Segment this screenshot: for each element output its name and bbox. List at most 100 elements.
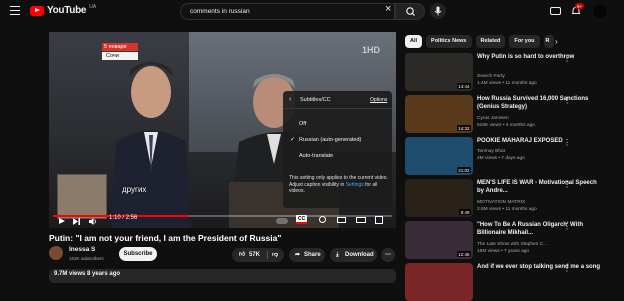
subtitles-options-link[interactable]: Options bbox=[370, 97, 387, 103]
video-duration: 14:44 bbox=[456, 83, 471, 89]
recommendation-meta: 2.6M views • 11 months ago bbox=[477, 207, 537, 212]
download-icon: ⤓ bbox=[336, 252, 339, 258]
recommendation-item[interactable]: 21:02 POOKIE MAHARAJ EXPOSED Tanmay Bhat… bbox=[405, 137, 615, 175]
theater-mode-icon[interactable] bbox=[356, 217, 366, 223]
share-icon: ➦ bbox=[295, 252, 301, 258]
settings-link[interactable]: Settings bbox=[346, 182, 364, 188]
more-options-icon[interactable]: ⋮ bbox=[563, 222, 571, 231]
video-duration: 12:45 bbox=[456, 251, 471, 257]
time-display: 1:10 / 2:56 bbox=[109, 215, 138, 221]
share-label: Share bbox=[304, 252, 321, 258]
next-icon[interactable] bbox=[73, 218, 80, 225]
video-duration: 14:32 bbox=[456, 125, 471, 131]
account-avatar[interactable] bbox=[593, 4, 607, 18]
recommendation-title[interactable]: "How To Be A Russian Oligarch' With Bill… bbox=[477, 222, 605, 237]
recommendation-meta: 615K views • 4 months ago bbox=[477, 123, 535, 128]
video-thumbnail[interactable]: 14:32 bbox=[405, 95, 473, 133]
channel-avatar[interactable] bbox=[49, 246, 63, 260]
recommendation-title[interactable]: How Russia Survived 16,000 Sanctions (Ge… bbox=[477, 96, 605, 111]
video-thumbnail[interactable]: 14:44 bbox=[405, 53, 473, 91]
recommendation-item[interactable]: And if we ever stop talking send me a so… bbox=[405, 263, 615, 301]
like-count[interactable]: 57K bbox=[249, 248, 260, 262]
subtitles-button[interactable]: CC bbox=[296, 215, 308, 224]
more-options-icon[interactable]: ⋮ bbox=[563, 138, 571, 147]
recommendation-channel[interactable]: Cyrus Janssen bbox=[477, 116, 509, 121]
filter-chips: All Politics News Related For you R bbox=[405, 35, 554, 48]
subtitle-option-off[interactable]: Off bbox=[299, 121, 306, 127]
like-icon[interactable]: 👍︎ bbox=[239, 248, 245, 262]
voice-search-button[interactable] bbox=[430, 3, 446, 19]
video-thumbnail[interactable]: 21:02 bbox=[405, 137, 473, 175]
more-options-icon[interactable]: ⋮ bbox=[563, 180, 571, 189]
video-thumbnail[interactable]: 8:49 bbox=[405, 179, 473, 217]
recommendation-title[interactable]: Why Putin is so hard to overthrow bbox=[477, 54, 605, 62]
create-icon[interactable] bbox=[550, 7, 561, 15]
recommendation-item[interactable]: 14:32 How Russia Survived 16,000 Sanctio… bbox=[405, 95, 615, 133]
chip-truncated[interactable]: R bbox=[543, 35, 554, 48]
like-divider bbox=[267, 251, 268, 259]
broadcast-date-tag: 5 января Сочи bbox=[102, 43, 138, 61]
logo-text: YouTube bbox=[47, 5, 87, 16]
recommendation-title[interactable]: And if we ever stop talking send me a so… bbox=[477, 264, 605, 272]
video-duration: 21:02 bbox=[456, 167, 471, 173]
microphone-icon bbox=[434, 6, 442, 16]
video-thumbnail[interactable]: 12:45 bbox=[405, 221, 473, 259]
recommendation-meta: 1.4M views • 11 months ago bbox=[477, 81, 537, 86]
chips-next-chevron-icon[interactable]: › bbox=[555, 37, 558, 46]
recommendation-meta: 4M views • 7 days ago bbox=[477, 156, 525, 161]
channel-name[interactable]: Inessa S bbox=[69, 246, 95, 253]
recommendation-meta: 16M views • 7 years ago bbox=[477, 249, 530, 254]
more-options-icon[interactable]: ⋮ bbox=[563, 54, 571, 63]
date-label: 5 января bbox=[102, 43, 138, 51]
chip-for-you[interactable]: For you bbox=[509, 35, 540, 48]
back-chevron-icon[interactable]: ‹ bbox=[289, 96, 291, 103]
top-bar: YouTube UA comments in russian × 9+ bbox=[0, 0, 624, 24]
settings-gear-icon[interactable] bbox=[319, 216, 326, 223]
search-button[interactable] bbox=[395, 3, 425, 20]
recommendation-channel[interactable]: Tanmay Bhat bbox=[477, 149, 505, 154]
fullscreen-icon[interactable] bbox=[375, 216, 383, 224]
recommendation-channel[interactable]: Search Party bbox=[477, 74, 505, 79]
share-button[interactable]: ➦ Share bbox=[289, 248, 325, 262]
more-options-icon[interactable]: ⋮ bbox=[563, 264, 571, 273]
subtitles-menu: ‹ Subtitles/CC Options Off ✓ Russian (au… bbox=[283, 91, 392, 208]
recommendation-title[interactable]: MEN'S LIFE IS WAR - Motivational Speech … bbox=[477, 180, 605, 195]
clear-search-icon[interactable]: × bbox=[385, 4, 391, 15]
subscribe-button[interactable]: Subscribe bbox=[119, 247, 157, 261]
download-button[interactable]: ⤓ Download bbox=[330, 248, 377, 262]
more-options-icon[interactable]: ⋮ bbox=[563, 96, 571, 105]
dislike-icon[interactable]: 👎︎ bbox=[272, 248, 278, 262]
search-input[interactable]: comments in russian bbox=[180, 3, 395, 20]
subtitle-option-russian[interactable]: Russian (auto-generated) bbox=[299, 137, 361, 143]
chip-all[interactable]: All bbox=[405, 35, 423, 48]
subscriber-count: 163K subscribers bbox=[69, 256, 104, 261]
youtube-play-icon bbox=[30, 5, 44, 16]
more-actions-button[interactable]: ⋯ bbox=[381, 248, 395, 262]
subtitle-option-auto-translate[interactable]: Auto-translate bbox=[299, 153, 333, 159]
check-icon: ✓ bbox=[290, 137, 296, 143]
recommendation-title[interactable]: POOKIE MAHARAJ EXPOSED bbox=[477, 138, 605, 146]
recommendation-channel[interactable]: MOTIVATION MATRIX bbox=[477, 200, 525, 205]
miniplayer-icon[interactable] bbox=[337, 217, 346, 223]
recommendation-item[interactable]: 12:45 "How To Be A Russian Oligarch' Wit… bbox=[405, 221, 615, 259]
speaker-figure bbox=[111, 62, 191, 228]
city-label: Сочи bbox=[102, 52, 138, 60]
recommendation-item[interactable]: 14:44 Why Putin is so hard to overthrow … bbox=[405, 53, 615, 91]
download-label: Download bbox=[345, 252, 374, 258]
video-thumbnail[interactable] bbox=[405, 263, 473, 301]
video-duration: 8:49 bbox=[459, 209, 471, 215]
video-title: Putin: "I am not your friend, I am the P… bbox=[49, 233, 282, 243]
youtube-logo[interactable]: YouTube UA bbox=[30, 4, 96, 16]
search-icon bbox=[406, 7, 415, 16]
volume-icon[interactable] bbox=[89, 218, 97, 225]
autoplay-toggle[interactable] bbox=[276, 218, 288, 224]
chip-politics-news[interactable]: Politics News bbox=[426, 35, 472, 48]
menu-icon[interactable] bbox=[10, 6, 20, 15]
views-and-date: 9.7M views 8 years ago bbox=[54, 271, 121, 277]
recommendation-item[interactable]: 8:49 MEN'S LIFE IS WAR - Motivational Sp… bbox=[405, 179, 615, 217]
play-icon[interactable] bbox=[59, 218, 65, 224]
recommendation-channel[interactable]: The Late Show with Stephen C... bbox=[477, 242, 547, 247]
chip-related[interactable]: Related bbox=[475, 35, 506, 48]
menu-divider bbox=[283, 108, 392, 109]
subtitles-menu-title: Subtitles/CC bbox=[300, 97, 331, 103]
